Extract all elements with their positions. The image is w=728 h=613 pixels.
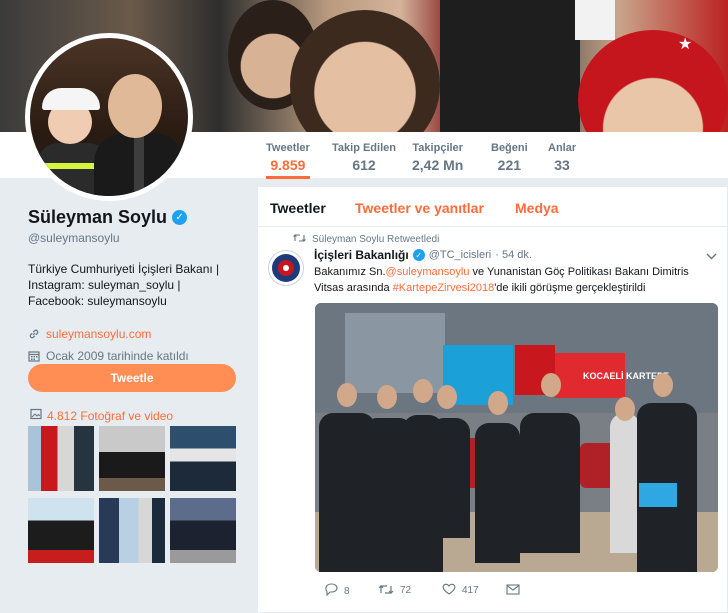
stat-tweets[interactable]: Tweetler 9.859 [266, 142, 310, 179]
timeline: Tweetler Tweetler ve yanıtlar Medya Süle… [257, 186, 728, 613]
tweet-button[interactable]: Tweetle [28, 364, 236, 392]
retweet-icon [293, 233, 306, 246]
calendar-icon [28, 350, 40, 362]
tweet-text-part: 'de ikili görüşme gerçekleştirildi [494, 282, 646, 294]
tab-tweets[interactable]: Tweetler [270, 200, 326, 216]
media-thumbnail[interactable] [99, 498, 165, 563]
tweet-actions: 8 72 417 [316, 583, 716, 603]
retweet-count: 72 [400, 585, 412, 596]
profile-website-row: suleymansoylu.com [28, 327, 243, 341]
tweet-author-handle[interactable]: @TC_icisleri [429, 249, 492, 261]
stat-value: 33 [554, 157, 570, 173]
tweet-text: Bakanımız Sn.@suleymansoylu ve Yunanista… [314, 264, 714, 296]
photos-videos-link[interactable]: 4.812 Fotoğraf ve video [30, 408, 173, 423]
like-button[interactable]: 417 [442, 583, 479, 598]
like-count: 417 [462, 585, 479, 596]
reply-count: 8 [344, 585, 350, 597]
envelope-icon [506, 583, 520, 598]
tab-media[interactable]: Medya [515, 200, 559, 216]
tweet-header: İçişleri Bakanlığı ✓ @TC_icisleri · 54 d… [314, 248, 532, 262]
stat-value: 9.859 [270, 157, 306, 173]
verified-badge-icon: ✓ [412, 249, 425, 261]
tweet-author-name[interactable]: İçişleri Bakanlığı [314, 248, 409, 262]
stat-label: Takipçiler [412, 142, 463, 154]
photos-videos-label: 4.812 Fotoğraf ve video [47, 408, 174, 423]
profile-joined-row: Ocak 2009 tarihinde katıldı [28, 349, 243, 363]
stat-value: 612 [352, 157, 376, 173]
media-thumbnail[interactable] [170, 498, 236, 563]
heart-icon [442, 583, 456, 598]
stat-label: Takip Edilen [332, 142, 396, 154]
stat-value: 2,42 Mn [412, 157, 464, 173]
media-thumbnail[interactable] [99, 426, 165, 491]
stat-value: 221 [497, 157, 522, 173]
tweet[interactable]: Süleyman Soylu Retweetledi İçişleri Baka… [258, 227, 728, 613]
link-icon [28, 328, 40, 340]
stat-followers[interactable]: Takipçiler 2,42 Mn [412, 142, 463, 173]
reply-button[interactable]: 8 [324, 583, 350, 599]
stat-label: Tweetler [266, 142, 310, 154]
stat-moments[interactable]: Anlar 33 [548, 142, 576, 173]
tweet-hashtag-link[interactable]: #KartepeZirvesi2018 [393, 282, 495, 294]
retweet-context: Süleyman Soylu Retweetledi [293, 233, 439, 246]
stat-likes[interactable]: Beğeni 221 [491, 142, 528, 173]
tweet-timestamp[interactable]: · 54 dk. [495, 249, 532, 261]
tab-tweets-and-replies[interactable]: Tweetler ve yanıtlar [355, 200, 484, 216]
profile-avatar[interactable] [25, 33, 193, 201]
retweet-context-label[interactable]: Süleyman Soylu Retweetledi [312, 234, 439, 245]
image-icon [30, 408, 42, 423]
verified-badge-icon: ✓ [172, 210, 188, 225]
media-thumbnail[interactable] [170, 426, 236, 491]
tweet-author-avatar[interactable] [268, 250, 304, 286]
stat-label: Beğeni [491, 142, 528, 154]
retweet-icon [378, 583, 394, 598]
tweet-mention-link[interactable]: @suleymansoylu [386, 266, 470, 278]
profile-name[interactable]: Süleyman Soylu [28, 207, 167, 228]
tweet-text-part: Bakanımız Sn. [314, 266, 386, 278]
chevron-down-icon[interactable] [706, 251, 717, 263]
retweet-button[interactable]: 72 [378, 583, 411, 598]
profile-info: Süleyman Soylu ✓ @suleymansoylu Türkiye … [28, 207, 243, 363]
profile-website-link[interactable]: suleymansoylu.com [46, 327, 151, 341]
profile-handle[interactable]: @suleymansoylu [28, 231, 243, 245]
profile-joined-date: Ocak 2009 tarihinde katıldı [46, 349, 189, 363]
stat-following[interactable]: Takip Edilen 612 [332, 142, 396, 173]
media-thumbnail[interactable] [28, 498, 94, 563]
media-thumbnail[interactable] [28, 426, 94, 491]
stat-label: Anlar [548, 142, 577, 154]
reply-icon [324, 583, 338, 599]
direct-message-button[interactable] [506, 583, 520, 598]
profile-bio: Türkiye Cumhuriyeti İçişleri Bakanı | In… [28, 262, 220, 308]
tweet-photo[interactable]: KOCAELİ KARTEPE [315, 303, 718, 572]
star-icon: ★ [678, 36, 693, 53]
timeline-tabs: Tweetler Tweetler ve yanıtlar Medya [258, 187, 728, 227]
